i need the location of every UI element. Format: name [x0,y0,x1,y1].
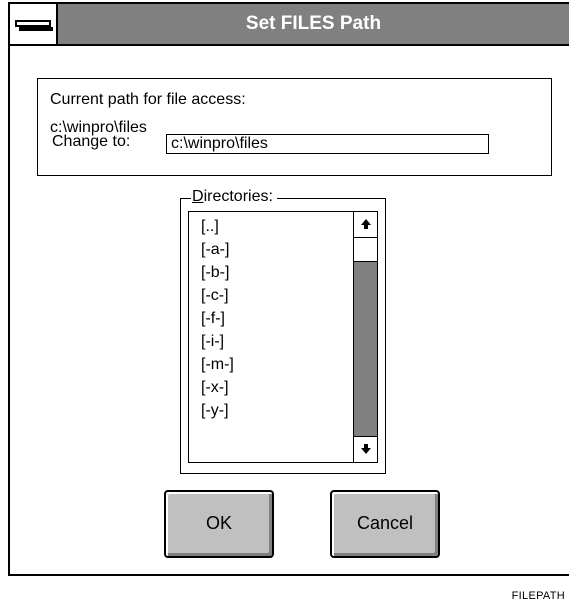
window-title: Set FILES Path [58,4,569,44]
list-item[interactable]: [-x-] [201,378,234,401]
list-item[interactable]: [..] [201,217,234,240]
vertical-scrollbar[interactable] [353,212,377,462]
list-item[interactable]: [-f-] [201,309,234,332]
down-arrow-icon [360,444,371,454]
scroll-track[interactable] [354,262,377,436]
list-item[interactable]: [-c-] [201,286,234,309]
scroll-down-button[interactable] [354,436,377,462]
title-bar[interactable]: Set FILES Path [10,4,569,46]
directories-listbox[interactable]: [..] [-a-] [-b-] [-c-] [-f-] [-i-] [-m-]… [188,211,378,463]
figure-caption: FILEPATH [511,590,565,602]
list-item[interactable]: [-b-] [201,263,234,286]
directories-group: Directories: [..] [-a-] [-b-] [-c-] [-f-… [180,188,386,474]
list-item[interactable]: [-y-] [201,401,234,424]
current-path-label: Current path for file access: [50,91,246,108]
path-group: Current path for file access: c:\winpro\… [37,78,552,176]
change-to-label: Change to: [52,133,131,150]
system-menu-icon[interactable] [10,4,58,44]
list-item[interactable]: [-i-] [201,332,234,355]
scroll-thumb[interactable] [354,238,377,262]
dialog-window: Set FILES Path Current path for file acc… [8,2,569,576]
cancel-button[interactable]: Cancel [330,490,440,558]
list-item[interactable]: [-m-] [201,355,234,378]
ok-button[interactable]: OK [164,490,274,558]
change-to-input[interactable] [166,134,489,154]
up-arrow-icon [360,219,371,229]
scroll-up-button[interactable] [354,212,377,238]
list-item[interactable]: [-a-] [201,240,234,263]
directories-list: [..] [-a-] [-b-] [-c-] [-f-] [-i-] [-m-]… [201,217,234,424]
directories-label: Directories: [191,188,277,206]
